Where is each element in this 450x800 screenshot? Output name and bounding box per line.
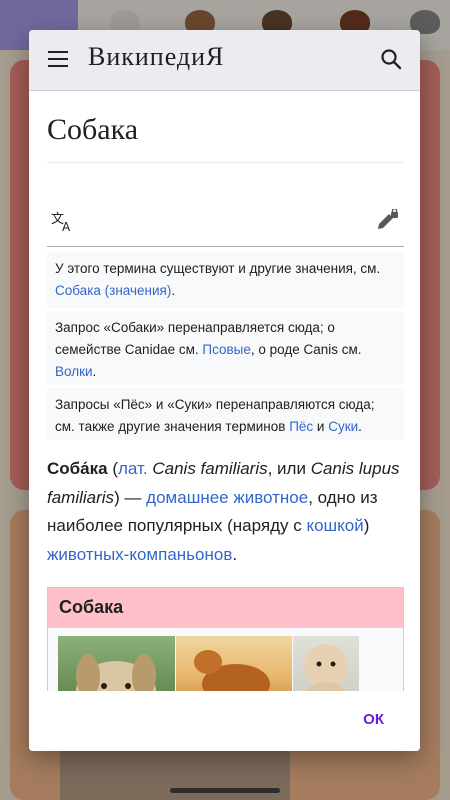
edit-locked-icon[interactable] [375,209,399,233]
link-sobaka-znacheniya[interactable]: Собака (значения) [55,283,171,298]
hatnote-text: и [313,419,329,434]
wikipedia-dialog: ВикипедиЯ Собака 文 A У этого термина сущ… [29,30,420,751]
hatnote: У этого термина существуют и другие знач… [47,252,404,308]
language-icon[interactable]: 文 A [51,211,75,233]
link-volki[interactable]: Волки [55,364,93,379]
article-term: Соба́ка [47,459,108,478]
dog-photo-labrador[interactable] [58,636,175,691]
ok-button[interactable]: ОК [363,711,384,728]
intro-text: ) — [114,487,147,507]
wikipedia-logo: ВикипедиЯ [88,42,225,71]
latin-name: Canis familiaris [152,459,268,478]
intro-text: ( [107,459,118,478]
wikipedia-header: ВикипедиЯ [29,30,420,91]
intro-paragraph: Соба́ка (лат. Canis familiaris, или Cani… [47,455,404,569]
hamburger-menu-icon[interactable] [48,51,68,67]
title-divider [47,162,404,163]
link-pes[interactable]: Пёс [289,419,313,434]
dialog-footer: ОК [29,691,420,751]
dog-photo-retriever[interactable] [176,636,292,691]
link-domashnee-zhivotnoe[interactable]: домашнее животное [146,488,308,507]
link-zhivotnye-kompanony[interactable]: животных-компаньонов [47,545,232,564]
link-koshka[interactable]: кошкой [306,516,363,535]
gesture-navigation-bar[interactable] [170,788,280,793]
dog-photo-poodle[interactable] [293,636,359,691]
intro-text: ) [363,516,370,535]
hatnote-text: . [358,419,362,434]
hatnote-text: . [171,283,176,298]
hatnote-text: , о роде Canis см. [250,342,362,357]
intro-text: , или [267,459,311,478]
hatnote-text: У этого термина существуют и другие знач… [55,261,381,276]
link-lat[interactable]: лат. [118,459,148,478]
hatnote: Запросы «Пёс» и «Суки» перенаправляются … [47,388,404,440]
link-psovye[interactable]: Псовые [202,342,251,357]
infobox: Собака [47,587,404,691]
hatnote-text: . [92,364,97,379]
search-icon[interactable] [380,48,402,70]
infobox-title: Собака [48,588,403,628]
svg-text:A: A [62,220,71,233]
infobox-photos [58,636,359,691]
article-body: Собака 文 A У этого термина существуют и … [29,91,420,691]
page-title: Собака [47,113,139,146]
intro-text: . [232,544,238,564]
hatnote: Запрос «Собаки» перенаправляется сюда; о… [47,311,404,385]
page-actions-divider [47,246,404,247]
link-suki[interactable]: Суки [328,419,358,434]
